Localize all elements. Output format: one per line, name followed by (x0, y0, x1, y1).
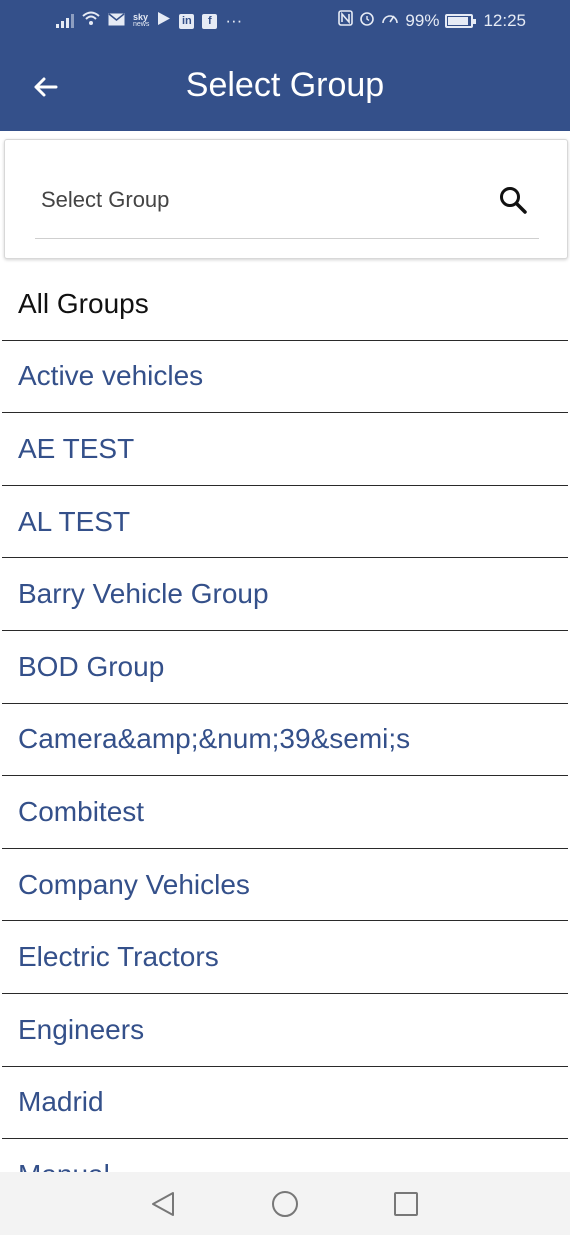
search-card (4, 139, 568, 259)
mail-icon (108, 11, 125, 31)
play-icon (157, 11, 171, 31)
facebook-icon: f (202, 13, 218, 29)
app-header: Select Group (0, 42, 570, 131)
alarm-icon (359, 10, 375, 31)
list-item[interactable]: AE TEST (2, 413, 568, 486)
list-item-all-groups[interactable]: All Groups (2, 268, 568, 341)
list-item[interactable]: Engineers (2, 994, 568, 1067)
nav-recents-button[interactable] (388, 1186, 424, 1222)
battery-icon (445, 13, 477, 28)
system-nav-bar (0, 1172, 570, 1235)
sky-label: sky (133, 12, 149, 22)
list-item[interactable]: Active vehicles (2, 341, 568, 414)
search-button[interactable] (497, 184, 531, 218)
list-item-label: Barry Vehicle Group (18, 578, 269, 610)
battery-percent: 99% (405, 10, 440, 30)
group-list[interactable]: All Groups Active vehicles AE TEST AL TE… (0, 268, 570, 1172)
status-bar: sky news in f ··· 99% 12:25 (0, 0, 570, 42)
wifi-icon (82, 11, 100, 31)
list-item-label: AE TEST (18, 432, 135, 464)
list-item-label: Engineers (18, 1013, 145, 1045)
list-item-label: Company Vehicles (18, 868, 250, 900)
linkedin-icon: in (179, 13, 195, 29)
overflow-dots: ··· (225, 11, 243, 30)
list-item[interactable]: Madrid (2, 1067, 568, 1140)
home-circle-icon (272, 1191, 298, 1217)
back-triangle-icon (152, 1192, 174, 1216)
clock: 12:25 (483, 10, 526, 30)
list-item-label: Manual (18, 1159, 110, 1172)
sky-news-icon: sky news (133, 13, 149, 29)
nav-home-button[interactable] (267, 1186, 303, 1222)
signal-icon (56, 14, 74, 28)
list-item[interactable]: Barry Vehicle Group (2, 558, 568, 631)
nav-back-button[interactable] (146, 1186, 182, 1222)
list-item-label: All Groups (18, 287, 149, 319)
list-item[interactable]: Company Vehicles (2, 849, 568, 922)
list-item[interactable]: Camera&amp;&num;39&semi;s (2, 704, 568, 777)
nfc-icon (338, 10, 354, 31)
search-icon (500, 187, 527, 214)
list-item-label: AL TEST (18, 505, 131, 537)
recents-square-icon (394, 1192, 418, 1216)
list-item-label: Electric Tractors (18, 941, 219, 973)
list-item-label: BOD Group (18, 650, 165, 682)
speed-icon (381, 10, 399, 31)
list-item[interactable]: Combitest (2, 776, 568, 849)
news-label: news (133, 21, 150, 28)
list-item-label: Camera&amp;&num;39&semi;s (18, 723, 411, 755)
search-underline (35, 238, 539, 239)
list-item-label: Madrid (18, 1086, 104, 1118)
page-title: Select Group (185, 66, 385, 104)
list-item-label: Combitest (18, 795, 145, 827)
list-item-label: Active vehicles (18, 360, 204, 392)
search-input[interactable] (41, 178, 461, 222)
list-item[interactable]: Electric Tractors (2, 921, 568, 994)
list-item[interactable]: AL TEST (2, 486, 568, 559)
list-item[interactable]: Manual (2, 1139, 568, 1172)
list-item[interactable]: BOD Group (2, 631, 568, 704)
